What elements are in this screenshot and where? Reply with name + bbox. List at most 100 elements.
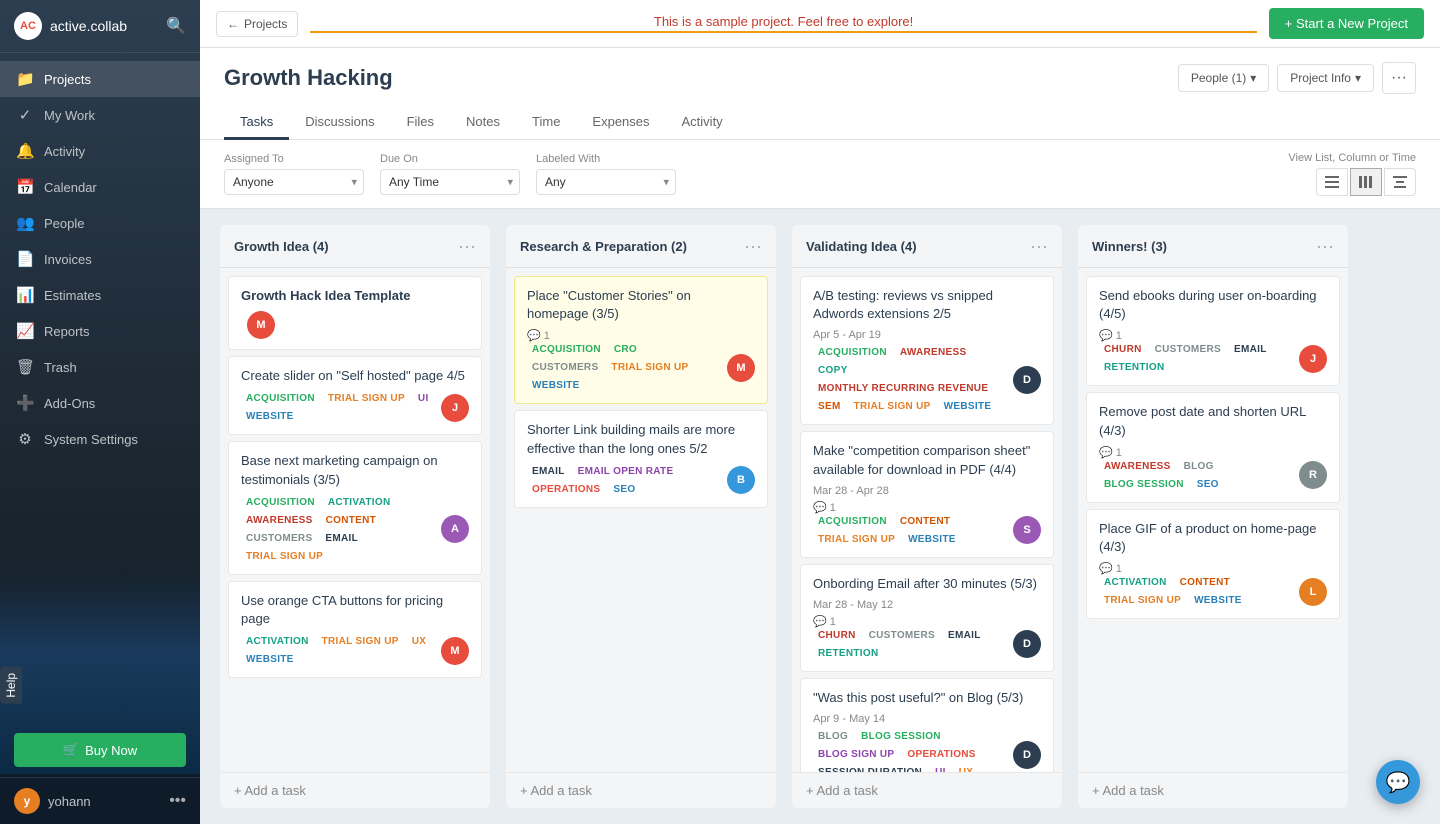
project-info-button[interactable]: Project Info ▾ — [1277, 64, 1374, 92]
chat-bubble[interactable]: 💬 — [1376, 760, 1420, 804]
sidebar-item-invoices[interactable]: 📄Invoices — [0, 241, 200, 277]
add-task-button[interactable]: + Add a task — [506, 772, 776, 808]
task-card[interactable]: Place GIF of a product on home-page (4/3… — [1086, 509, 1340, 619]
due-on-select[interactable]: Any Time — [380, 169, 520, 195]
add-task-button[interactable]: + Add a task — [220, 772, 490, 808]
card-meta: ACQUISITIONACTIVATIONAWARENESSCONTENTCUS… — [241, 495, 469, 564]
tag: SEM — [813, 399, 846, 414]
tab-time[interactable]: Time — [516, 106, 576, 140]
card-comment: 💬 1 — [813, 615, 1041, 628]
card-title: Place GIF of a product on home-page (4/3… — [1099, 520, 1327, 556]
column-more-icon[interactable]: ··· — [1030, 237, 1048, 255]
tag: SESSION DURATION — [813, 765, 927, 772]
card-comment: 💬 1 — [1099, 562, 1327, 575]
card-comment: 💬 1 — [813, 501, 1041, 514]
task-card[interactable]: Growth Hack Idea TemplateM — [228, 276, 482, 350]
labeled-with-select[interactable]: Any — [536, 169, 676, 195]
column-header: Winners! (3) ··· — [1078, 225, 1348, 268]
avatar: J — [1299, 345, 1327, 373]
tag: ACQUISITION — [241, 495, 320, 510]
card-date: Apr 5 - Apr 19 — [813, 329, 1041, 341]
user-menu-icon[interactable]: ••• — [169, 792, 186, 810]
system-settings-icon: ⚙ — [16, 430, 34, 448]
app-name: active.collab — [50, 18, 158, 34]
tab-discussions[interactable]: Discussions — [289, 106, 390, 140]
time-view-button[interactable] — [1384, 168, 1416, 196]
task-card[interactable]: Use orange CTA buttons for pricing page A… — [228, 581, 482, 678]
invoices-icon: 📄 — [16, 250, 34, 268]
sidebar-item-system-settings[interactable]: ⚙System Settings — [0, 421, 200, 457]
sidebar-item-calendar[interactable]: 📅Calendar — [0, 169, 200, 205]
task-card[interactable]: Make "competition comparison sheet" avai… — [800, 431, 1054, 557]
tab-notes[interactable]: Notes — [450, 106, 516, 140]
tab-files[interactable]: Files — [391, 106, 450, 140]
buy-now-button[interactable]: 🛒 Buy Now — [14, 733, 186, 767]
sidebar-item-estimates[interactable]: 📊Estimates — [0, 277, 200, 313]
people-button[interactable]: People (1) ▾ — [1178, 64, 1269, 92]
tag: CHURN — [813, 628, 861, 643]
tag: CUSTOMERS — [864, 628, 940, 643]
sidebar-item-addons[interactable]: ➕Add-Ons — [0, 385, 200, 421]
project-tabs: TasksDiscussionsFilesNotesTimeExpensesAc… — [224, 106, 1416, 139]
calendar-icon: 📅 — [16, 178, 34, 196]
add-task-button[interactable]: + Add a task — [792, 772, 1062, 808]
column-title: Research & Preparation (2) — [520, 239, 687, 254]
task-card[interactable]: Onbording Email after 30 minutes (5/3)Ma… — [800, 564, 1054, 672]
tag: ACTIVATION — [1099, 575, 1172, 590]
task-card[interactable]: Send ebooks during user on-boarding (4/5… — [1086, 276, 1340, 386]
sidebar-item-trash[interactable]: 🗑Trash — [0, 349, 200, 385]
card-tags: CHURNCUSTOMERSEMAILRETENTION — [1099, 342, 1293, 375]
tab-tasks[interactable]: Tasks — [224, 106, 289, 140]
column-more-icon[interactable]: ··· — [1316, 237, 1334, 255]
card-title: Use orange CTA buttons for pricing page — [241, 592, 469, 628]
help-tab[interactable]: Help — [0, 667, 22, 704]
task-card[interactable]: A/B testing: reviews vs snipped Adwords … — [800, 276, 1054, 425]
task-card[interactable]: Base next marketing campaign on testimon… — [228, 441, 482, 574]
column-cards: Growth Hack Idea TemplateMCreate slider … — [220, 268, 490, 772]
column-winners: Winners! (3) ··· Send ebooks during user… — [1078, 225, 1348, 808]
tag: ACTIVATION — [323, 495, 396, 510]
task-card[interactable]: Remove post date and shorten URL (4/3)💬 … — [1086, 392, 1340, 502]
column-more-icon[interactable]: ··· — [744, 237, 762, 255]
column-more-icon[interactable]: ··· — [458, 237, 476, 255]
column-growth-idea: Growth Idea (4) ··· Growth Hack Idea Tem… — [220, 225, 490, 808]
sidebar-item-my-work[interactable]: ✓My Work — [0, 97, 200, 133]
tag: CRO — [609, 342, 642, 357]
search-icon[interactable]: 🔍 — [166, 16, 186, 36]
card-meta: EMAILEMAIL OPEN RATEOPERATIONSSEOB — [527, 464, 755, 497]
more-options-button[interactable]: ··· — [1382, 62, 1416, 94]
tag: TRIAL SIGN UP — [1099, 593, 1186, 608]
back-button[interactable]: ← Projects — [216, 11, 298, 37]
project-actions: People (1) ▾ Project Info ▾ ··· — [1178, 62, 1416, 94]
task-card[interactable]: Create slider on "Self hosted" page 4/5A… — [228, 356, 482, 435]
sample-banner: This is a sample project. Feel free to e… — [310, 14, 1256, 33]
tag: CUSTOMERS — [241, 531, 317, 546]
sidebar-item-activity[interactable]: 🔔Activity — [0, 133, 200, 169]
sidebar-item-people[interactable]: 👥People — [0, 205, 200, 241]
user-avatar: y — [14, 788, 40, 814]
card-title: Send ebooks during user on-boarding (4/5… — [1099, 287, 1327, 323]
buy-now-icon: 🛒 — [63, 742, 79, 758]
start-project-button[interactable]: + Start a New Project — [1269, 8, 1424, 39]
column-header: Research & Preparation (2) ··· — [506, 225, 776, 268]
app-logo: AC — [14, 12, 42, 40]
card-date: Mar 28 - May 12 — [813, 599, 1041, 611]
tag: UX — [954, 765, 979, 772]
list-view-button[interactable] — [1316, 168, 1348, 196]
sidebar-item-projects[interactable]: 📁Projects — [0, 61, 200, 97]
avatar: M — [441, 637, 469, 665]
task-card[interactable]: Shorter Link building mails are more eff… — [514, 410, 768, 507]
main-content: ← Projects This is a sample project. Fee… — [200, 0, 1440, 824]
tag: RETENTION — [1099, 360, 1169, 375]
tab-expenses[interactable]: Expenses — [576, 106, 665, 140]
column-view-button[interactable] — [1350, 168, 1382, 196]
sidebar-item-reports[interactable]: 📈Reports — [0, 313, 200, 349]
tab-activity[interactable]: Activity — [666, 106, 739, 140]
task-card[interactable]: Place "Customer Stories" on homepage (3/… — [514, 276, 768, 404]
assigned-to-select[interactable]: Anyone — [224, 169, 364, 195]
tag: CHURN — [1099, 342, 1147, 357]
card-tags: ACTIVATIONTRIAL SIGN UPUXWEBSITE — [241, 634, 435, 667]
tag: WEBSITE — [241, 652, 299, 667]
task-card[interactable]: "Was this post useful?" on Blog (5/3)Apr… — [800, 678, 1054, 772]
add-task-button[interactable]: + Add a task — [1078, 772, 1348, 808]
